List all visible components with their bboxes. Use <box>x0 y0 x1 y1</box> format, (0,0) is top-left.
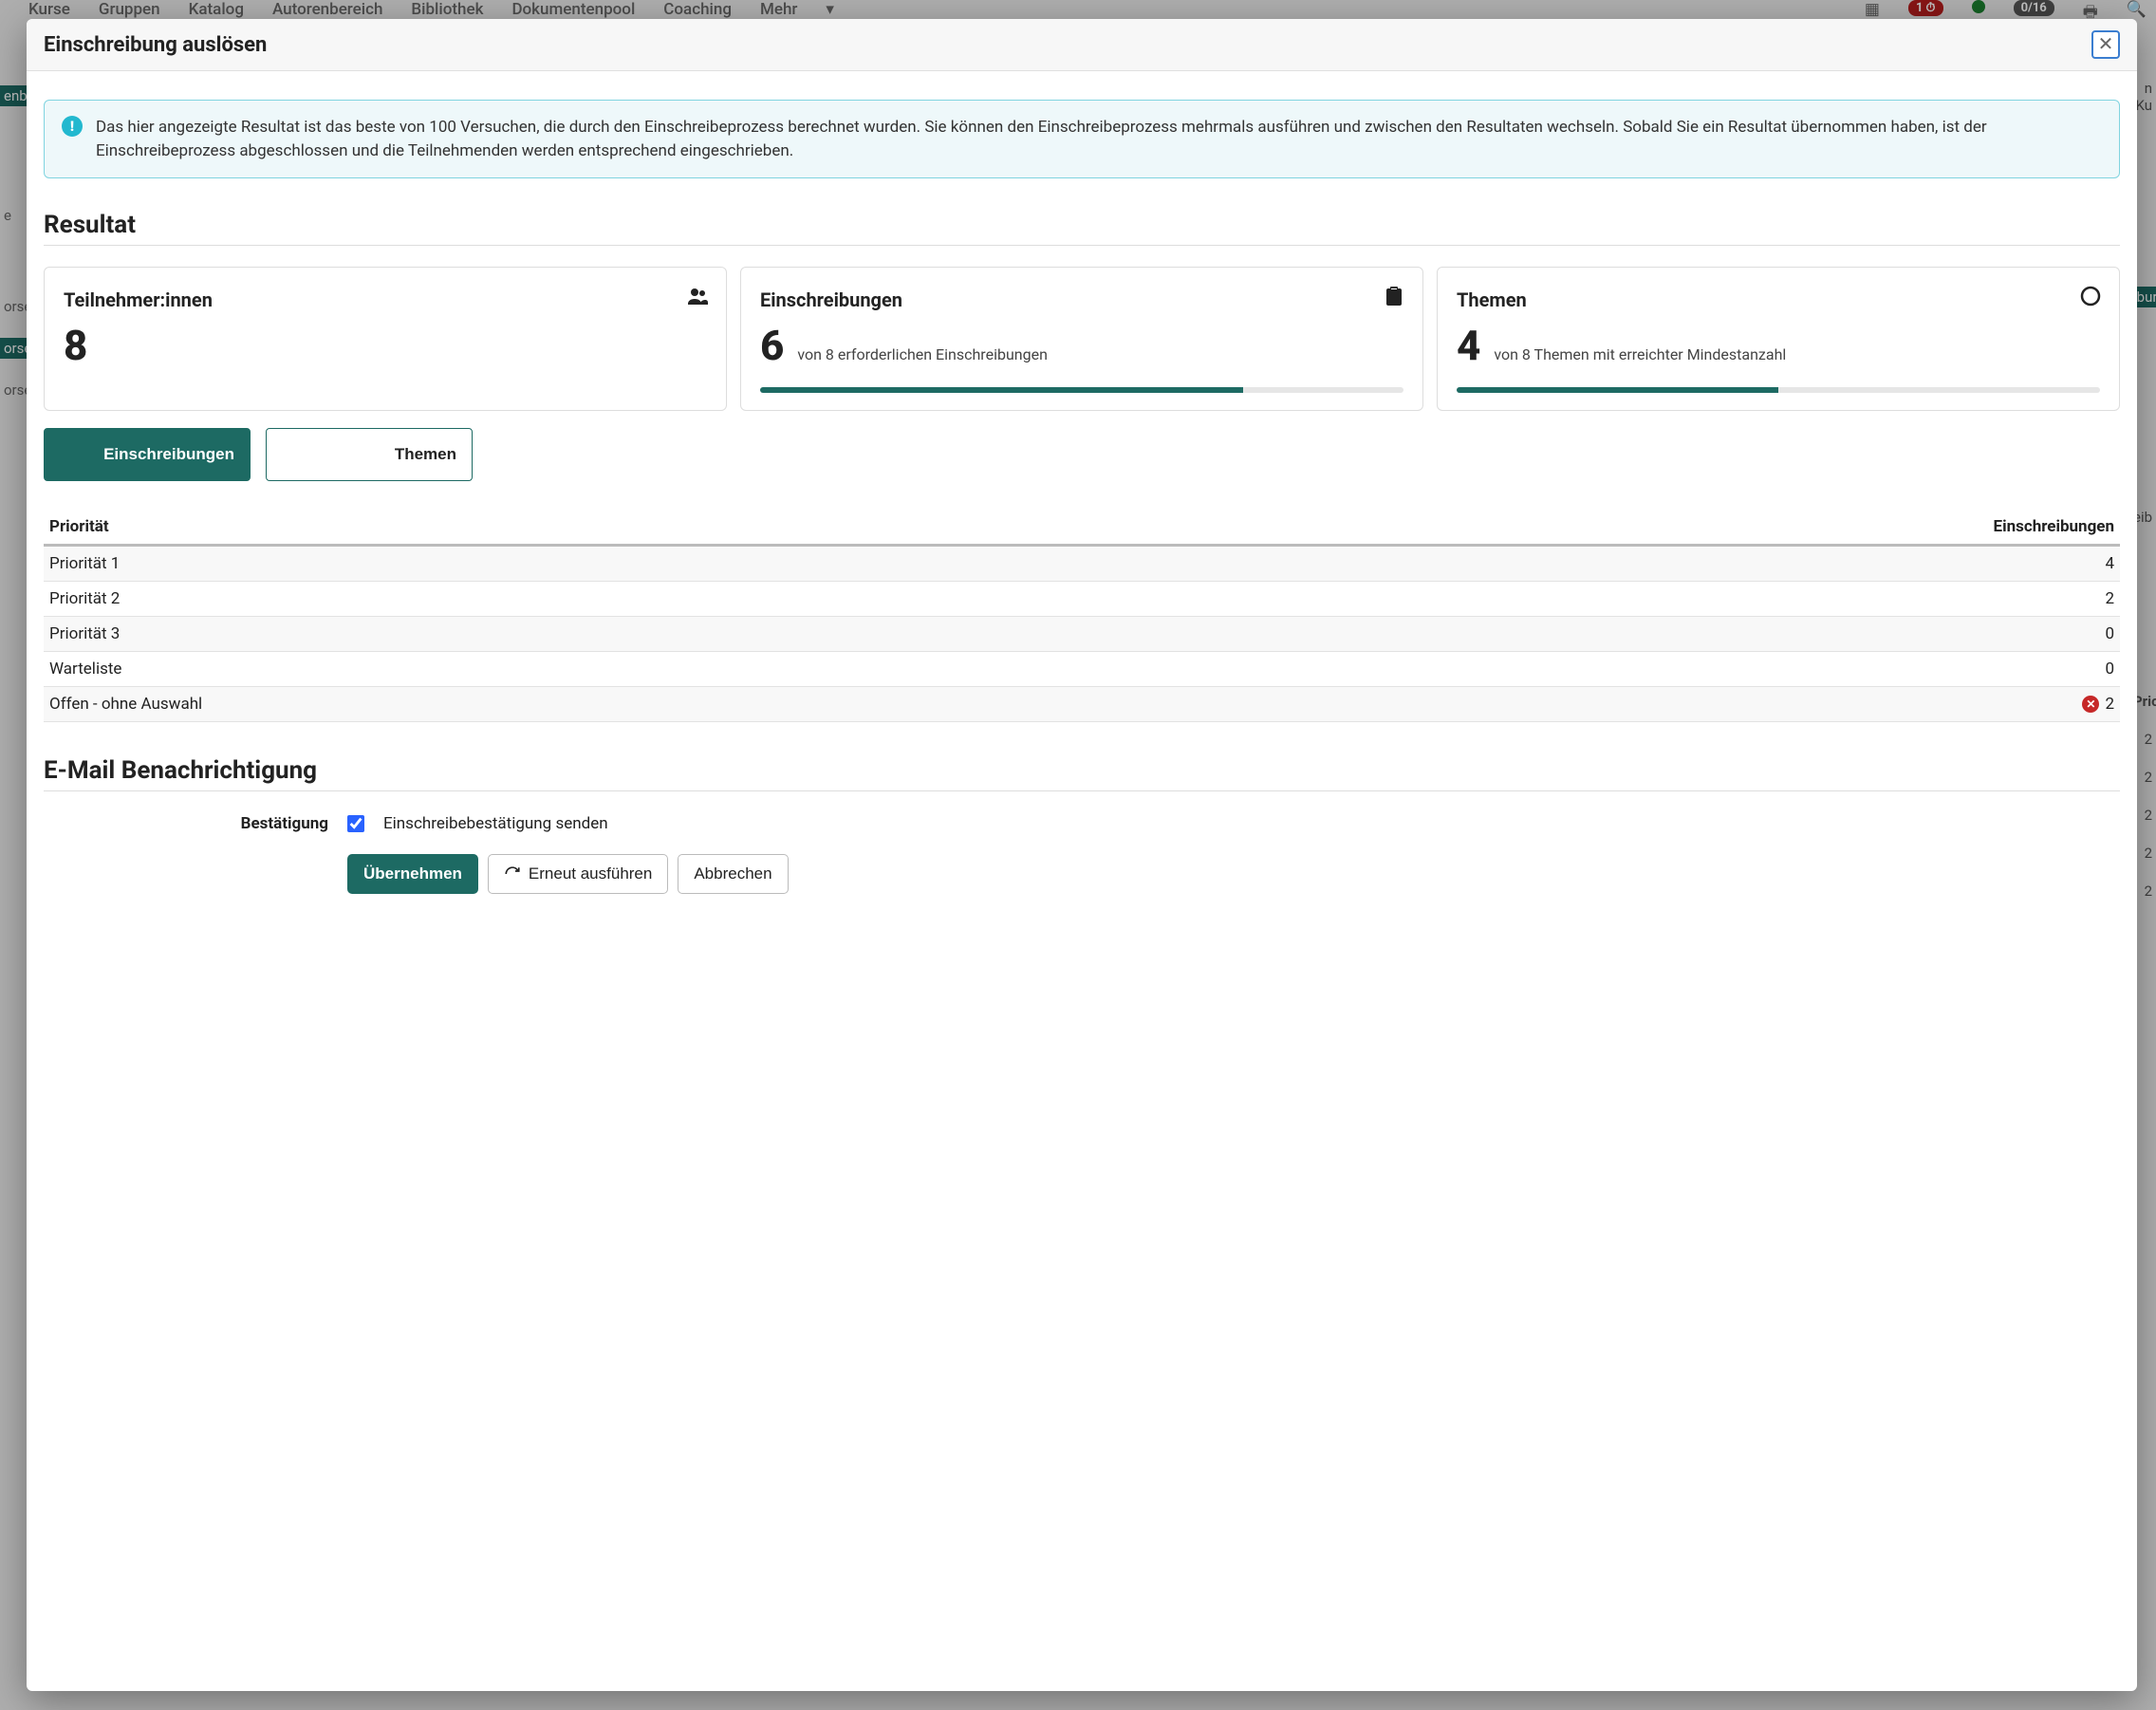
card-topics-title: Themen <box>1457 288 2100 311</box>
row-value: ✕2 <box>1194 687 2120 722</box>
info-alert: ! Das hier angezeigte Resultat ist das b… <box>44 100 2120 178</box>
rerun-button[interactable]: Erneut ausführen <box>488 854 668 894</box>
row-value-text: 2 <box>2105 695 2114 714</box>
table-row: Priorität 2 2 <box>44 582 2120 617</box>
tab-topics[interactable]: Themen <box>266 428 473 481</box>
bg-left-strip: enbu e orset orset orset <box>0 57 28 1710</box>
confirm-label: Bestätigung <box>44 814 328 833</box>
row-value: 0 <box>1194 617 2120 652</box>
confirm-checkbox[interactable] <box>347 815 364 832</box>
enrollment-modal: Einschreibung auslösen ✕ ! Das hier ange… <box>27 19 2137 1691</box>
search-icon: 🔍 <box>2127 0 2147 19</box>
result-heading: Resultat <box>44 211 2120 239</box>
modal-body: ! Das hier angezeigte Resultat ist das b… <box>27 71 2137 1691</box>
card-enrollments-progress <box>760 387 1403 393</box>
stat-cards: Teilnehmer:innen 8 Einschreibungen 6 von… <box>44 267 2120 411</box>
modal-header: Einschreibung auslösen ✕ <box>27 19 2137 71</box>
bg-nav-item: Coaching <box>663 0 732 19</box>
card-participants: Teilnehmer:innen 8 <box>44 267 727 411</box>
row-label: Warteliste <box>44 652 1194 687</box>
progress-bar <box>1457 387 1778 393</box>
rerun-button-label: Erneut ausführen <box>529 864 652 883</box>
card-participants-value: 8 <box>64 321 87 370</box>
row-value-text: 0 <box>2105 660 2114 678</box>
card-enrollments: Einschreibungen 6 von 8 erforderlichen E… <box>740 267 1423 411</box>
calendar-icon: ▦ <box>1865 0 1880 19</box>
bg-badge-alert: 1⏱ <box>1908 0 1943 16</box>
close-button[interactable]: ✕ <box>2091 30 2120 59</box>
card-topics-value: 4 <box>1457 321 1480 370</box>
card-topics-caption: von 8 Themen mit erreichter Mindestanzah… <box>1494 345 1786 363</box>
result-tabs: Einschreibungen Themen <box>44 428 2120 481</box>
bg-nav-item: Katalog <box>189 0 244 19</box>
card-participants-title: Teilnehmer:innen <box>64 288 707 311</box>
row-value-text: 4 <box>2105 554 2114 573</box>
bg-nav-item: Mehr <box>760 0 797 19</box>
divider <box>44 790 2120 791</box>
row-value: 2 <box>1194 582 2120 617</box>
table-row: Priorität 3 0 <box>44 617 2120 652</box>
card-topics: Themen 4 von 8 Themen mit erreichter Min… <box>1437 267 2120 411</box>
bg-nav-item: Bibliothek <box>411 0 483 19</box>
email-heading: E-Mail Benachrichtigung <box>44 756 2120 785</box>
users-icon <box>686 285 709 311</box>
table-row: Offen - ohne Auswahl✕2 <box>44 687 2120 722</box>
row-label: Priorität 2 <box>44 582 1194 617</box>
bg-badge-count: 0/16 <box>2014 0 2054 16</box>
modal-title: Einschreibung auslösen <box>44 33 267 57</box>
bg-nav-item: Kurse <box>28 0 70 19</box>
progress-bar <box>760 387 1243 393</box>
col-enrollments: Einschreibungen <box>1194 510 2120 546</box>
tab-enrollments[interactable]: Einschreibungen <box>44 428 251 481</box>
clipboard-icon <box>1383 285 1405 311</box>
bg-nav-item: Autorenbereich <box>272 0 382 19</box>
confirm-checkbox-label[interactable]: Einschreibebestätigung senden <box>383 814 608 833</box>
action-buttons: Übernehmen Erneut ausführen Abbrechen <box>347 854 2120 894</box>
row-value-text: 2 <box>2105 589 2114 608</box>
bg-nav-item: Gruppen <box>99 0 160 19</box>
circle-icon <box>2079 285 2102 311</box>
row-label: Priorität 3 <box>44 617 1194 652</box>
apply-button[interactable]: Übernehmen <box>347 854 478 894</box>
table-row: Priorität 1 4 <box>44 546 2120 582</box>
row-value-text: 0 <box>2105 624 2114 643</box>
row-value: 0 <box>1194 652 2120 687</box>
cancel-button[interactable]: Abbrechen <box>678 854 788 894</box>
info-text: Das hier angezeigte Resultat ist das bes… <box>96 116 2102 162</box>
info-icon: ! <box>62 116 83 137</box>
row-label: Offen - ohne Auswahl <box>44 687 1194 722</box>
card-topics-progress <box>1457 387 2100 393</box>
card-enrollments-title: Einschreibungen <box>760 288 1403 311</box>
col-priority: Priorität <box>44 510 1194 546</box>
email-section: E-Mail Benachrichtigung Bestätigung Eins… <box>44 756 2120 894</box>
divider <box>44 245 2120 246</box>
card-enrollments-caption: von 8 erforderlichen Einschreibungen <box>797 345 1048 363</box>
confirm-row: Bestätigung Einschreibebestätigung sende… <box>44 814 2120 833</box>
refresh-icon <box>504 865 521 883</box>
warn-icon: ✕ <box>2082 696 2099 713</box>
row-value: 4 <box>1194 546 2120 582</box>
table-row: Warteliste 0 <box>44 652 2120 687</box>
card-enrollments-value: 6 <box>760 321 784 370</box>
bg-status-dot <box>1972 0 1985 13</box>
bg-nav-item: Dokumentenpool <box>511 0 635 19</box>
priority-table: Priorität Einschreibungen Priorität 14Pr… <box>44 510 2120 722</box>
close-icon: ✕ <box>2098 35 2114 54</box>
row-label: Priorität 1 <box>44 546 1194 582</box>
